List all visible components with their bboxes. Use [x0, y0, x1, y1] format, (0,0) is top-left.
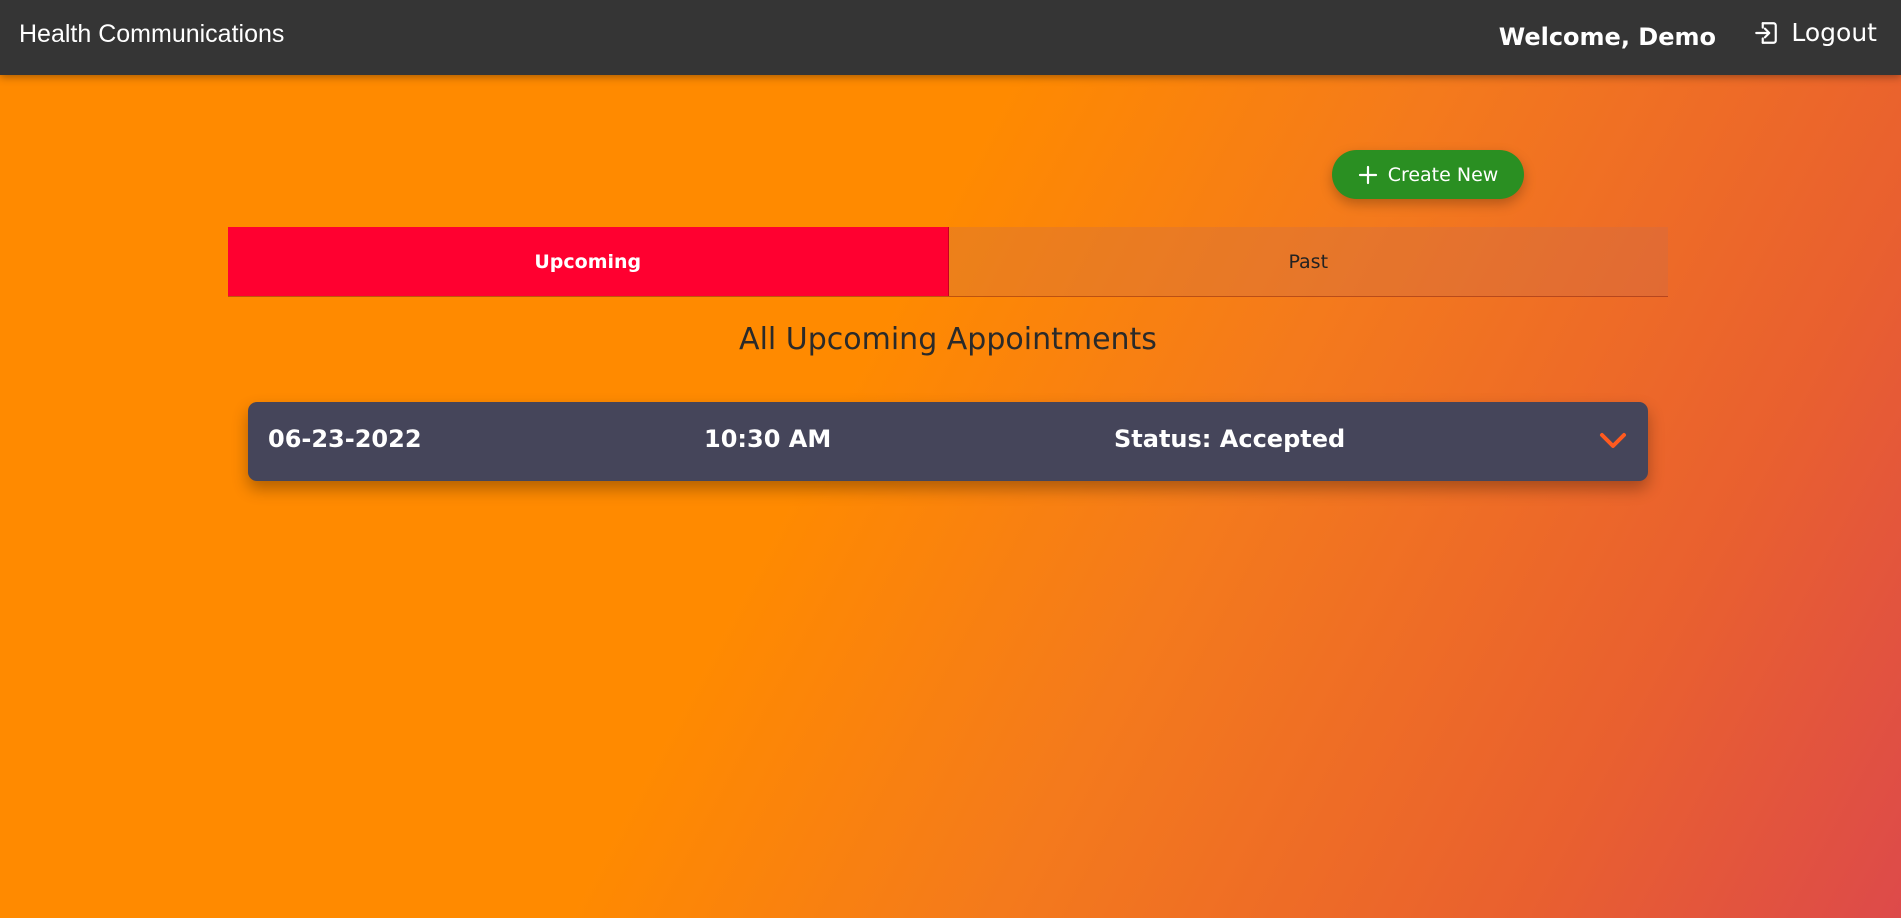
appointment-time: 10:30 AM [704, 425, 832, 453]
app-title[interactable]: Health Communications [19, 20, 284, 49]
status-label: Status: [1114, 425, 1212, 453]
create-new-label: Create New [1387, 163, 1499, 186]
tab-upcoming[interactable]: Upcoming [228, 227, 949, 296]
page-title: All Upcoming Appointments [739, 322, 1157, 357]
logout-label: Logout [1791, 18, 1877, 47]
status-value: Accepted [1219, 425, 1346, 453]
plus-icon [1358, 165, 1378, 185]
tab-past[interactable]: Past [948, 227, 1668, 296]
logout-icon [1753, 20, 1779, 46]
logout-button[interactable]: Logout [1753, 18, 1877, 47]
appointment-date: 06-23-2022 [268, 425, 422, 453]
appointment-card[interactable]: 06-23-2022 10:30 AM Status: Accepted [248, 402, 1648, 481]
chevron-down-icon[interactable] [1598, 429, 1628, 451]
create-new-button[interactable]: Create New [1332, 150, 1524, 199]
top-navbar: Health Communications Welcome, Demo Logo… [0, 0, 1901, 75]
appointment-tabs: Upcoming Past [228, 227, 1668, 297]
welcome-text: Welcome, Demo [1498, 23, 1716, 51]
appointment-status: Status: Accepted [1114, 425, 1345, 453]
